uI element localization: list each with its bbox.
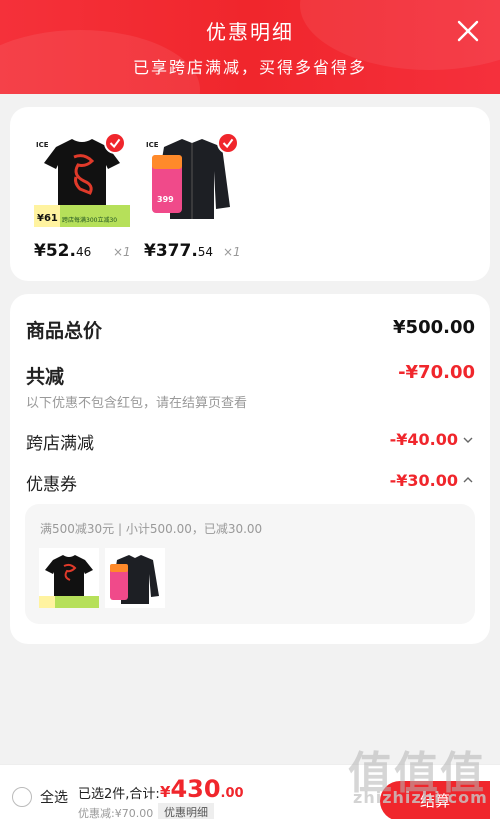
coupon-detail-panel: 满500减30元 | 小计500.00，已减30.00 xyxy=(25,504,475,624)
product-quantity: ×1 xyxy=(223,245,241,259)
product-price: ¥52.46 xyxy=(34,241,91,261)
total-reduce-label: 共减 xyxy=(26,366,65,388)
discount-detail-button[interactable]: 优惠明细 xyxy=(158,803,214,819)
chevron-up-icon[interactable] xyxy=(462,475,474,485)
page-subtitle: 已享跨店满减，买得多省得多 xyxy=(132,58,367,77)
close-icon[interactable] xyxy=(454,17,482,45)
checkout-total-int: 430 xyxy=(170,775,221,803)
discount-summary: 优惠减:¥70.00 xyxy=(78,807,154,819)
selected-products-card: ICE ¥61 跨店每满300立减30 ¥52.46 ×1 ICE 399 ¥3… xyxy=(10,107,490,281)
discount-detail-header: 优惠明细 已享跨店满减，买得多省得多 xyxy=(0,0,500,94)
cross-store-label: 跨店满减 xyxy=(26,434,94,454)
product-price-main: ¥377. xyxy=(144,241,198,261)
coupon-product-tshirt xyxy=(39,548,99,608)
total-price-label: 商品总价 xyxy=(26,320,103,342)
price-summary-card: 商品总价 ¥500.00 共减 -¥70.00 以下优惠不包含红包，请在结算页查… xyxy=(10,294,490,644)
product-thumbnail-jacket[interactable]: ICE 399 xyxy=(144,127,240,227)
coupon-product-jacket xyxy=(105,548,165,608)
selected-summary: 已选2件,合计: xyxy=(78,787,160,802)
coupon-detail-text: 满500减30元 | 小计500.00，已减30.00 xyxy=(40,522,263,536)
brand-logo: ICE xyxy=(146,141,159,149)
product-quantity: ×1 xyxy=(113,245,131,259)
total-reduce-value: -¥70.00 xyxy=(398,362,475,383)
select-all-label[interactable]: 全选 xyxy=(40,787,68,807)
checkmark-icon xyxy=(109,138,121,149)
product-checkbox-checked[interactable] xyxy=(217,132,239,154)
product-badge-text: 跨店每满300立减30 xyxy=(62,217,118,224)
checkout-total-dec: .00 xyxy=(220,786,244,801)
checkmark-icon xyxy=(222,138,234,149)
product-price: ¥377.54 xyxy=(144,241,213,261)
product-badge-price: 399 xyxy=(157,195,174,204)
chevron-down-icon[interactable] xyxy=(462,435,474,445)
coupon-value: -¥30.00 xyxy=(389,471,458,490)
select-all-radio[interactable] xyxy=(12,787,32,807)
tshirt-image xyxy=(39,548,99,608)
cross-store-value: -¥40.00 xyxy=(389,430,458,449)
total-price-value: ¥500.00 xyxy=(393,317,475,338)
coupon-label: 优惠券 xyxy=(26,475,77,495)
checkout-currency: ¥ xyxy=(160,783,171,801)
watermark-site: zhizhizhi.com xyxy=(353,788,488,807)
jacket-image xyxy=(105,548,165,608)
checkout-total: ¥430.00 xyxy=(160,775,244,803)
brand-logo: ICE xyxy=(36,141,49,149)
product-badge-price: ¥61 xyxy=(37,213,58,224)
product-price-decimal: 46 xyxy=(75,245,92,259)
product-checkbox-checked[interactable] xyxy=(104,132,126,154)
product-thumbnail-tshirt[interactable]: ICE ¥61 跨店每满300立减30 xyxy=(34,127,130,227)
page-title: 优惠明细 xyxy=(206,20,294,44)
product-price-decimal: 54 xyxy=(197,245,214,259)
product-price-main: ¥52. xyxy=(34,241,76,261)
reduce-note: 以下优惠不包含红包，请在结算页查看 xyxy=(26,396,248,411)
